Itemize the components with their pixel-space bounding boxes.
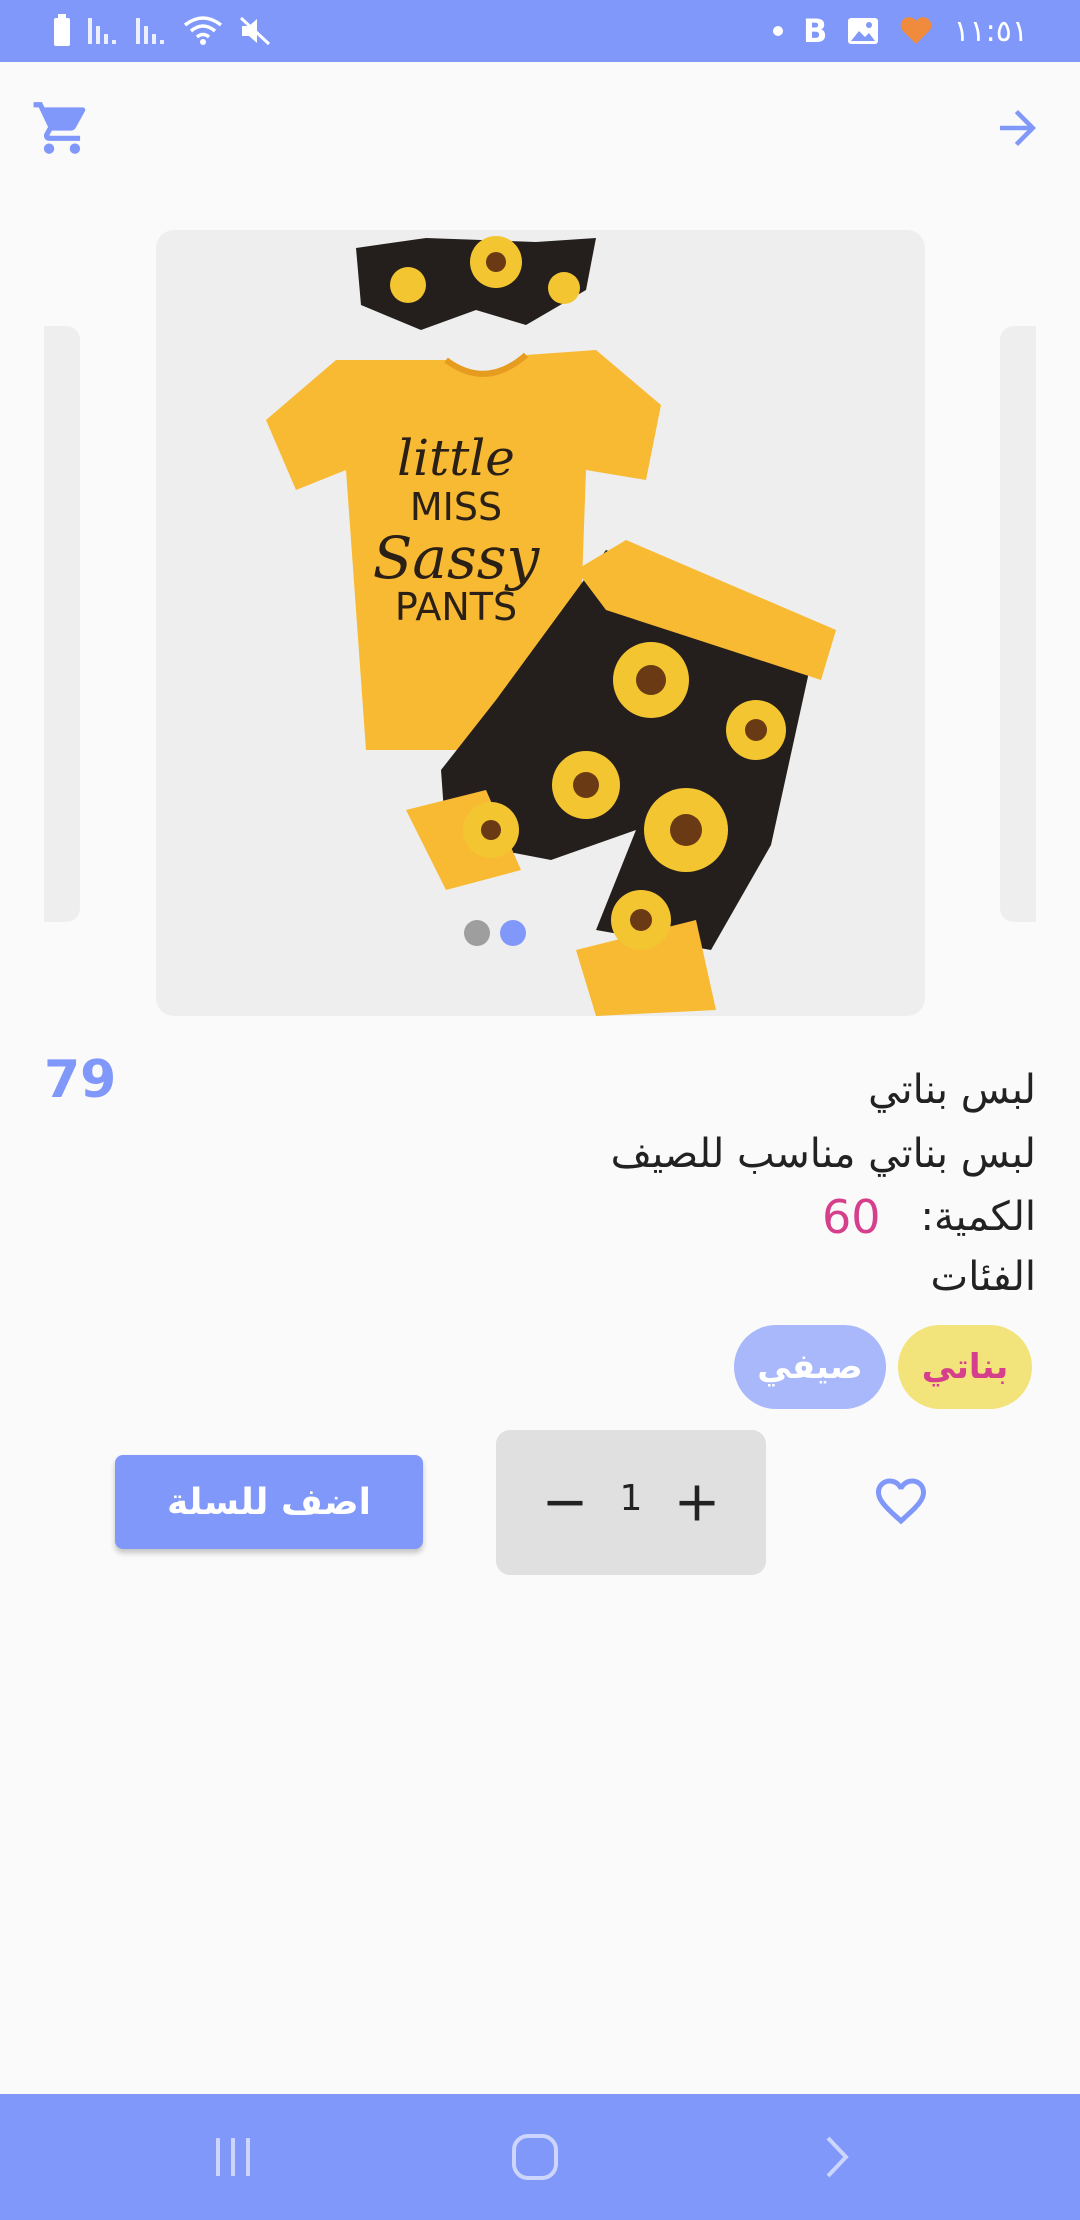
product-quantity: الكمية: 60: [136, 1186, 1036, 1248]
onesie-print-line-3: Sassy: [373, 524, 541, 592]
cart-button[interactable]: [26, 92, 98, 164]
recents-button[interactable]: [200, 2124, 266, 2190]
quantity-value: 60: [821, 1190, 881, 1244]
add-to-cart-button[interactable]: اضف للسلة: [115, 1455, 423, 1549]
onesie-print-line-2: MISS: [410, 485, 502, 529]
plus-icon: [679, 1485, 715, 1520]
home-button[interactable]: [502, 2124, 568, 2190]
onesie-print-line-4: PANTS: [395, 585, 517, 629]
heart-outline-icon: [876, 1478, 926, 1525]
favorite-button[interactable]: [870, 1470, 932, 1532]
status-time: ١١:٥١: [953, 13, 1028, 49]
recents-icon: [216, 2138, 250, 2176]
quantity-stepper: 1: [496, 1430, 766, 1575]
status-icons-left: [52, 12, 272, 50]
product-illustration: little MISS Sassy PANTS: [266, 236, 836, 1016]
signal-icon: [88, 18, 116, 44]
quantity-label: الكمية:: [920, 1194, 1036, 1240]
b-icon: B: [803, 12, 828, 50]
decrement-button[interactable]: [536, 1474, 594, 1532]
carousel-next-card[interactable]: [1000, 326, 1036, 922]
carousel-indicator: [464, 920, 526, 946]
carousel-dot-active[interactable]: [500, 920, 526, 946]
increment-button[interactable]: [668, 1474, 726, 1532]
category-chip-girls[interactable]: بناتي: [898, 1325, 1032, 1409]
carousel-previous-card[interactable]: [44, 326, 80, 922]
system-nav-bar: [0, 2094, 1080, 2220]
mute-icon: [239, 16, 271, 46]
signal-icon: [136, 18, 164, 44]
category-chip-summer[interactable]: صيفي: [734, 1325, 886, 1409]
categories-heading: الفئات: [930, 1254, 1036, 1300]
wifi-icon: [183, 16, 223, 45]
stepper-value: 1: [619, 1478, 643, 1519]
dot-icon: [773, 26, 784, 36]
onesie-print-line-1: little: [397, 429, 515, 487]
product-price: 79: [44, 1050, 117, 1110]
category-chips: بناتي صيفي: [734, 1325, 1032, 1409]
cart-icon: [33, 102, 86, 154]
back-nav-button[interactable]: [804, 2124, 870, 2190]
product-title: لبس بناتي: [868, 1067, 1036, 1113]
app-bar: [0, 62, 1080, 192]
back-icon: [826, 2136, 849, 2178]
arrow-right-icon: [1000, 110, 1036, 146]
status-bar: B ١١:٥١: [0, 0, 1080, 62]
heart-badge-icon: [901, 17, 932, 44]
carousel-dot[interactable]: [464, 920, 490, 946]
status-icons-right: B ١١:٥١: [773, 12, 1028, 50]
product-description: لبس بناتي مناسب للصيف: [610, 1131, 1036, 1177]
minus-icon: [547, 1500, 583, 1505]
home-icon: [512, 2134, 558, 2180]
product-image-carousel[interactable]: little MISS Sassy PANTS: [0, 230, 1080, 1020]
back-button[interactable]: [982, 92, 1054, 164]
product-info: لبس بناتي لبس بناتي مناسب للصيف الكمية: …: [136, 1058, 1036, 1306]
gallery-icon: [848, 18, 879, 44]
product-image: little MISS Sassy PANTS: [156, 230, 925, 1016]
battery-icon: [54, 14, 70, 46]
